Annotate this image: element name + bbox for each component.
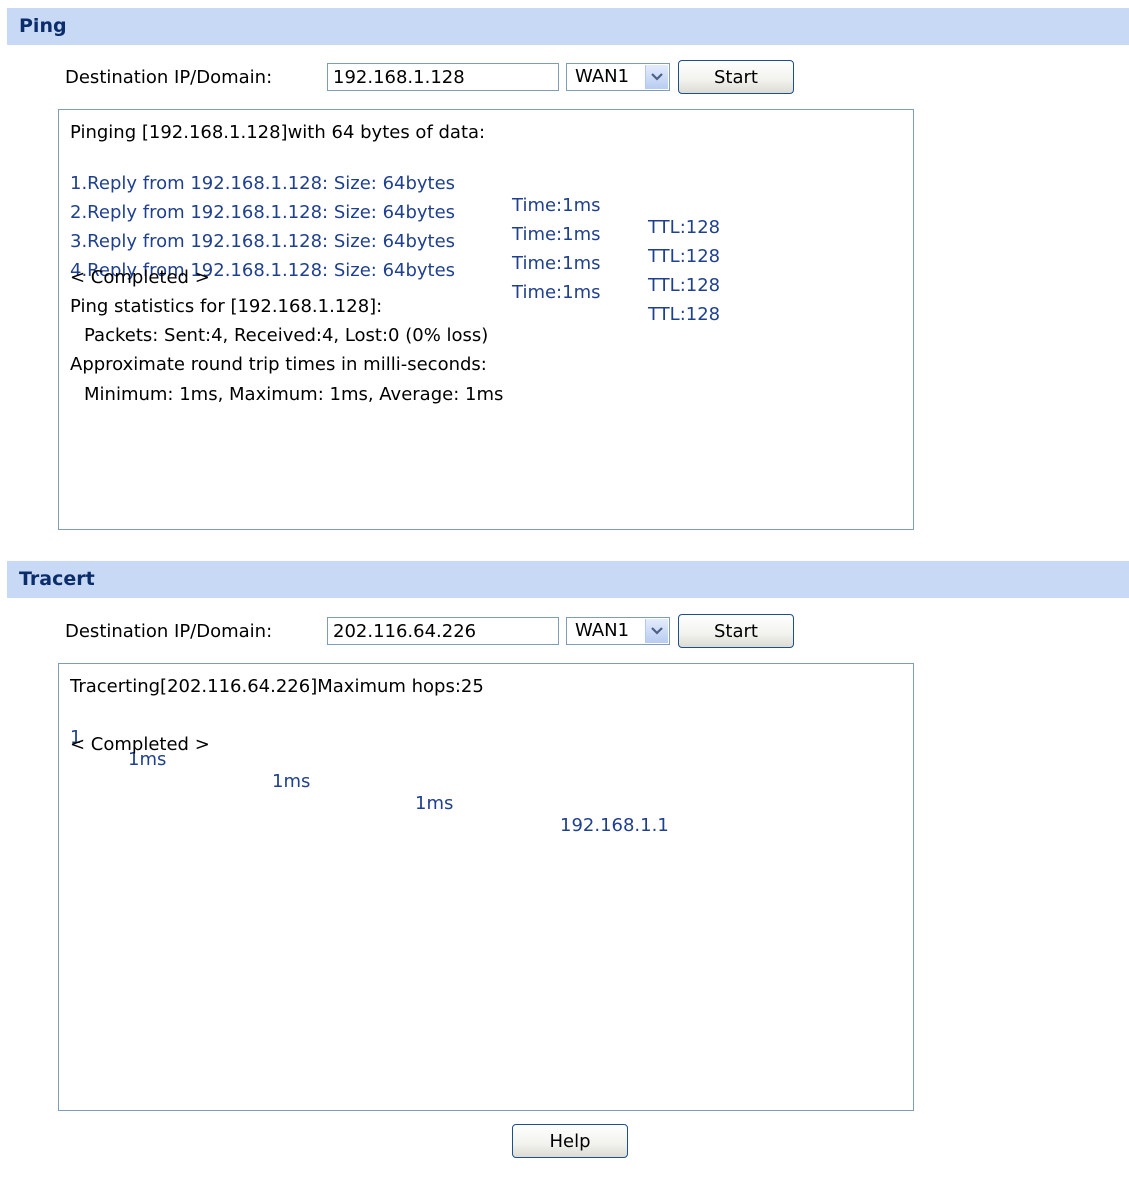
ping-rtt-values: Minimum: 1ms, Maximum: 1ms, Average: 1ms [84,384,504,405]
chevron-down-icon[interactable] [645,619,668,643]
hop-address: 192.168.1.1 [560,815,669,836]
ping-completed: < Completed > [70,267,210,288]
ping-stats-header: Ping statistics for [192.168.1.128]: [70,296,383,317]
ping-reply-row: 1.Reply from 192.168.1.128: Size: 64byte… [70,151,870,238]
reply-time: Time:1ms [512,282,601,303]
chevron-down-icon[interactable] [645,65,668,89]
reply-ttl: TTL:128 [648,275,721,296]
ping-start-button[interactable]: Start [678,60,794,94]
ping-destination-input[interactable] [327,63,559,91]
hop-time-2: 1ms [272,771,311,792]
ping-header-line: Pinging [192.168.1.128]with 64 bytes of … [70,122,486,143]
ping-section-header: Ping [7,8,1129,45]
ping-output[interactable]: Pinging [192.168.1.128]with 64 bytes of … [58,109,914,530]
help-button[interactable]: Help [512,1124,628,1158]
ping-title: Ping [19,15,67,37]
tracert-title: Tracert [19,568,95,590]
ping-wan-value: WAN1 [575,66,630,87]
reply-ttl: TTL:128 [648,304,721,325]
tracert-destination-label: Destination IP/Domain: [65,621,273,642]
ping-reply-row: 2.Reply from 192.168.1.128: Size: 64byte… [70,180,870,267]
hop-time-3: 1ms [415,793,454,814]
tracert-completed: < Completed > [70,734,210,755]
ping-packets: Packets: Sent:4, Received:4, Lost:0 (0% … [84,325,489,346]
tracert-start-button[interactable]: Start [678,614,794,648]
ping-reply-row: 4.Reply from 192.168.1.128: Size: 64byte… [70,238,870,325]
tracert-header-line: Tracerting[202.116.64.226]Maximum hops:2… [70,676,484,697]
ping-rtt-header: Approximate round trip times in milli-se… [70,354,487,375]
tracert-wan-value: WAN1 [575,620,630,641]
tracert-section-header: Tracert [7,561,1129,598]
ping-reply-row: 3.Reply from 192.168.1.128: Size: 64byte… [70,209,870,296]
tracert-wan-select[interactable]: WAN1 [566,617,670,645]
tracert-destination-input[interactable] [327,617,559,645]
ping-destination-label: Destination IP/Domain: [65,67,273,88]
ping-wan-select[interactable]: WAN1 [566,63,670,91]
tracert-hop-row: 1 1ms 1ms 1ms 192.168.1.1 [70,705,870,836]
tracert-output[interactable]: Tracerting[202.116.64.226]Maximum hops:2… [58,663,914,1111]
